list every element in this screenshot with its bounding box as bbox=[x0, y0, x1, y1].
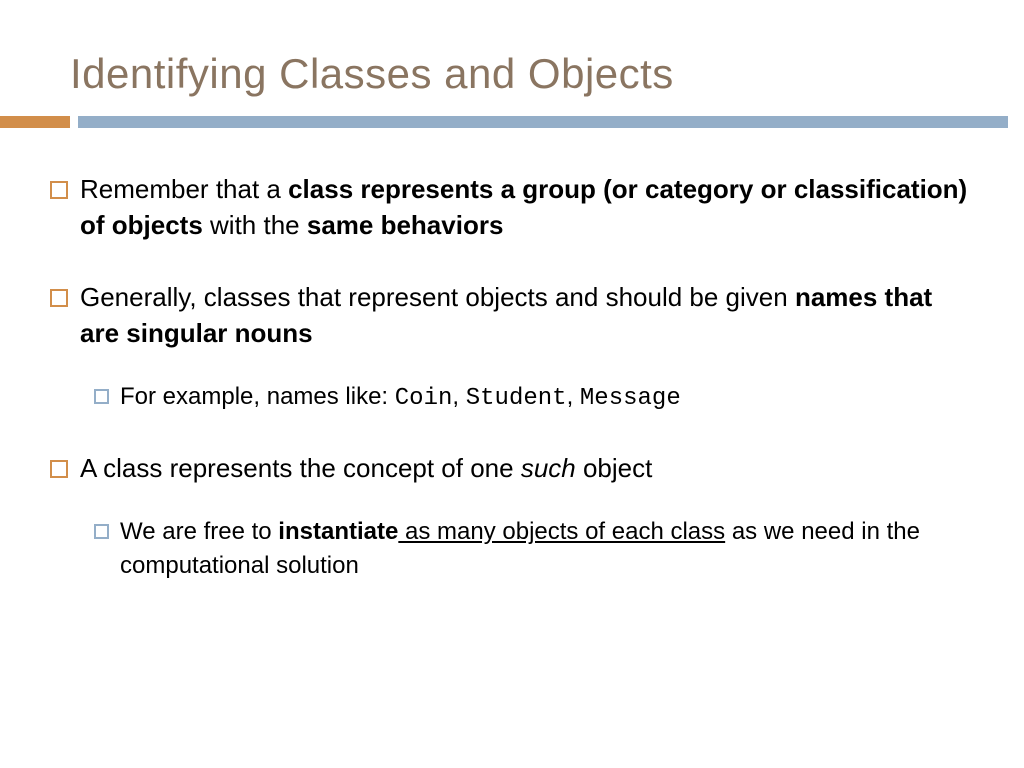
bullet-2: Generally, classes that represent object… bbox=[48, 280, 976, 415]
bullet-3: A class represents the concept of one su… bbox=[48, 451, 976, 582]
bullet-3-italic-1: such bbox=[521, 453, 576, 483]
bullet-3-sub-bold-1: instantiate bbox=[278, 518, 398, 545]
accent-bar-orange bbox=[0, 116, 70, 128]
slide-title: Identifying Classes and Objects bbox=[0, 0, 1024, 116]
bullet-2-sub-1: For example, names like: Coin, Student, … bbox=[80, 380, 976, 416]
bullet-3-sub-underline-1: as many objects of each class bbox=[398, 518, 725, 545]
bullet-2-sub-text-1: For example, names like: bbox=[120, 383, 395, 410]
bullet-1-text-2: with the bbox=[203, 210, 307, 240]
accent-bar-blue bbox=[78, 116, 1008, 128]
bullet-3-text-1: A class represents the concept of one bbox=[80, 453, 521, 483]
code-coin: Coin bbox=[395, 385, 453, 412]
bullet-3-sub-1: We are free to instantiate as many objec… bbox=[80, 515, 976, 582]
bullet-2-text-1: Generally, classes that represent object… bbox=[80, 282, 795, 312]
code-student: Student bbox=[466, 385, 567, 412]
sep-2: , bbox=[567, 383, 580, 410]
bullet-1-bold-2: same behaviors bbox=[307, 210, 504, 240]
slide-content: Remember that a class represents a group… bbox=[0, 128, 1024, 582]
bullet-3-sub-text-1: We are free to bbox=[120, 518, 278, 545]
bullet-1: Remember that a class represents a group… bbox=[48, 172, 976, 244]
sep-1: , bbox=[452, 383, 465, 410]
code-message: Message bbox=[580, 385, 681, 412]
accent-bar-gap bbox=[70, 116, 78, 128]
slide: Identifying Classes and Objects Remember… bbox=[0, 0, 1024, 768]
bullet-3-text-2: object bbox=[576, 453, 653, 483]
divider-bar bbox=[0, 116, 1024, 128]
bullet-1-text-1: Remember that a bbox=[80, 174, 288, 204]
